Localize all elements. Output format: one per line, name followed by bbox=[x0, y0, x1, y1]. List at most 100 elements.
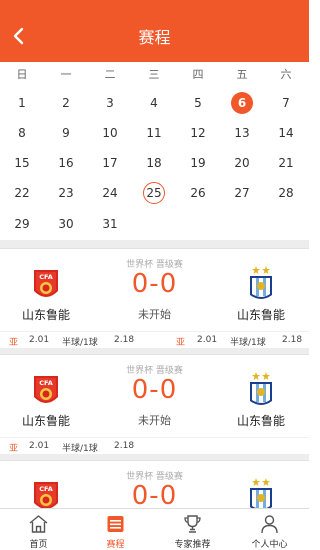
calendar-day[interactable]: 31 bbox=[88, 213, 132, 235]
calendar-day-number: 6 bbox=[231, 92, 253, 114]
odds-type-tag: 亚 bbox=[9, 444, 19, 454]
calendar-day[interactable]: 8 bbox=[0, 122, 44, 144]
calendar-day[interactable]: 1 bbox=[0, 92, 44, 114]
tab-label: 个人中心 bbox=[251, 540, 288, 550]
tab-label: 首页 bbox=[29, 540, 48, 550]
calendar-day[interactable]: 23 bbox=[44, 182, 88, 204]
tab-profile[interactable]: 个人中心 bbox=[231, 509, 308, 550]
argentina-crest-icon bbox=[250, 372, 272, 405]
calendar-day-number: 1 bbox=[18, 96, 26, 110]
odds-value: 2.18 bbox=[114, 335, 135, 345]
weekday-label: 一 bbox=[60, 68, 72, 81]
odds-value: 2.01 bbox=[29, 441, 50, 451]
calendar-day[interactable]: 5 bbox=[176, 92, 220, 114]
calendar-day[interactable]: 6 bbox=[220, 92, 264, 114]
calendar-day-number: 18 bbox=[146, 156, 162, 170]
calendar-day-number: 30 bbox=[58, 217, 74, 231]
weekday-label: 六 bbox=[280, 68, 292, 81]
tab-schedule[interactable]: 赛程 bbox=[77, 509, 154, 550]
tab-label: 赛程 bbox=[106, 540, 125, 550]
calendar-day-number: 12 bbox=[190, 126, 206, 140]
odds-handicap: 半球/1球 bbox=[230, 338, 266, 348]
calendar-day-number: 25 bbox=[143, 182, 165, 204]
calendar-day[interactable]: 21 bbox=[264, 152, 308, 174]
calendar-day[interactable]: 30 bbox=[44, 213, 88, 235]
calendar-day[interactable]: 28 bbox=[264, 182, 308, 204]
calendar-day-number: 23 bbox=[58, 186, 74, 200]
odds-value: 2.01 bbox=[197, 335, 218, 345]
odds-value: 2.18 bbox=[114, 441, 135, 451]
calendar-day-number: 16 bbox=[58, 156, 74, 170]
calendar-day[interactable]: 7 bbox=[264, 92, 308, 114]
calendar-day-number: 10 bbox=[102, 126, 118, 140]
odds-handicap: 半球/1球 bbox=[62, 444, 98, 454]
calendar-day[interactable]: 18 bbox=[132, 152, 176, 174]
weekday-label: 二 bbox=[104, 68, 116, 81]
calendar-day-number: 20 bbox=[234, 156, 250, 170]
calendar-day-number: 2 bbox=[62, 96, 70, 110]
weekday-label: 三 bbox=[148, 68, 160, 81]
away-team-name: 山东鲁能 bbox=[236, 308, 285, 322]
calendar-day-number: 9 bbox=[62, 126, 70, 140]
calendar-day-number: 17 bbox=[102, 156, 118, 170]
odds-type-tag: 亚 bbox=[176, 338, 186, 348]
odds-value: 2.18 bbox=[282, 335, 303, 345]
calendar-day-number: 31 bbox=[102, 217, 118, 231]
calendar-day-number: 4 bbox=[150, 96, 158, 110]
odds-handicap: 半球/1球 bbox=[62, 338, 98, 348]
home-icon bbox=[29, 515, 48, 533]
calendar-day-number: 22 bbox=[14, 186, 30, 200]
weekday-label: 日 bbox=[16, 68, 28, 81]
match-card[interactable]: 世界杯 晋级赛 CFA 山东鲁能 0-0 未开始 山东鲁能 亚 2.01 半球/… bbox=[0, 354, 309, 454]
calendar-day[interactable]: 12 bbox=[176, 122, 220, 144]
calendar-day[interactable]: 22 bbox=[0, 182, 44, 204]
calendar-day[interactable]: 9 bbox=[44, 122, 88, 144]
calendar-day[interactable]: 19 bbox=[176, 152, 220, 174]
calendar-day[interactable]: 13 bbox=[220, 122, 264, 144]
weekday-header: 日 一 二 三 四 五 六 bbox=[0, 66, 309, 82]
calendar-day-number: 24 bbox=[102, 186, 118, 200]
away-team-name: 山东鲁能 bbox=[236, 414, 285, 428]
calendar-day-number: 27 bbox=[234, 186, 250, 200]
calendar-day[interactable]: 2 bbox=[44, 92, 88, 114]
calendar-day[interactable]: 25 bbox=[132, 182, 176, 204]
page-title: 赛程 bbox=[138, 28, 171, 47]
calendar-day-number: 14 bbox=[278, 126, 294, 140]
calendar-day-number: 8 bbox=[18, 126, 26, 140]
tab-expert[interactable]: 专家推荐 bbox=[154, 509, 231, 550]
weekday-label: 五 bbox=[236, 68, 248, 81]
calendar-day[interactable]: 26 bbox=[176, 182, 220, 204]
tab-home[interactable]: 首页 bbox=[0, 509, 77, 550]
calendar-day[interactable]: 10 bbox=[88, 122, 132, 144]
calendar-day-number: 7 bbox=[282, 96, 290, 110]
odds-type-tag: 亚 bbox=[9, 338, 19, 348]
calendar-day-number: 26 bbox=[190, 186, 206, 200]
calendar-day-number: 21 bbox=[278, 156, 294, 170]
calendar-day[interactable]: 16 bbox=[44, 152, 88, 174]
tab-label: 专家推荐 bbox=[174, 540, 211, 550]
weekday-label: 四 bbox=[192, 68, 204, 81]
calendar-day-number: 5 bbox=[194, 96, 202, 110]
calendar-day[interactable]: 4 bbox=[132, 92, 176, 114]
calendar: 日 一 二 三 四 五 六 1 2 3 4 5 6 7 8 9 10 11 12 13 14 15 16 17 1… bbox=[0, 62, 309, 240]
calendar-day-number: 15 bbox=[14, 156, 30, 170]
odds-value: 2.01 bbox=[29, 335, 50, 345]
calendar-day-number: 29 bbox=[14, 217, 30, 231]
match-card[interactable]: 世界杯 晋级赛 CFA 山东鲁能 0-0 未开始 山东鲁能 亚 2.01 半球/… bbox=[0, 248, 309, 348]
calendar-day[interactable]: 14 bbox=[264, 122, 308, 144]
calendar-day[interactable]: 11 bbox=[132, 122, 176, 144]
calendar-day[interactable]: 17 bbox=[88, 152, 132, 174]
trophy-icon bbox=[184, 515, 201, 533]
calendar-day[interactable]: 27 bbox=[220, 182, 264, 204]
calendar-day-number: 3 bbox=[106, 96, 114, 110]
odds-row: 亚 2.01 半球/1球 2.18 bbox=[0, 437, 309, 454]
calendar-day-number: 13 bbox=[234, 126, 250, 140]
user-icon bbox=[261, 515, 278, 534]
calendar-day[interactable]: 3 bbox=[88, 92, 132, 114]
argentina-crest-icon bbox=[250, 266, 272, 299]
calendar-day[interactable]: 20 bbox=[220, 152, 264, 174]
calendar-day[interactable]: 24 bbox=[88, 182, 132, 204]
calendar-day-number: 19 bbox=[190, 156, 206, 170]
calendar-day[interactable]: 15 bbox=[0, 152, 44, 174]
calendar-day[interactable]: 29 bbox=[0, 213, 44, 235]
